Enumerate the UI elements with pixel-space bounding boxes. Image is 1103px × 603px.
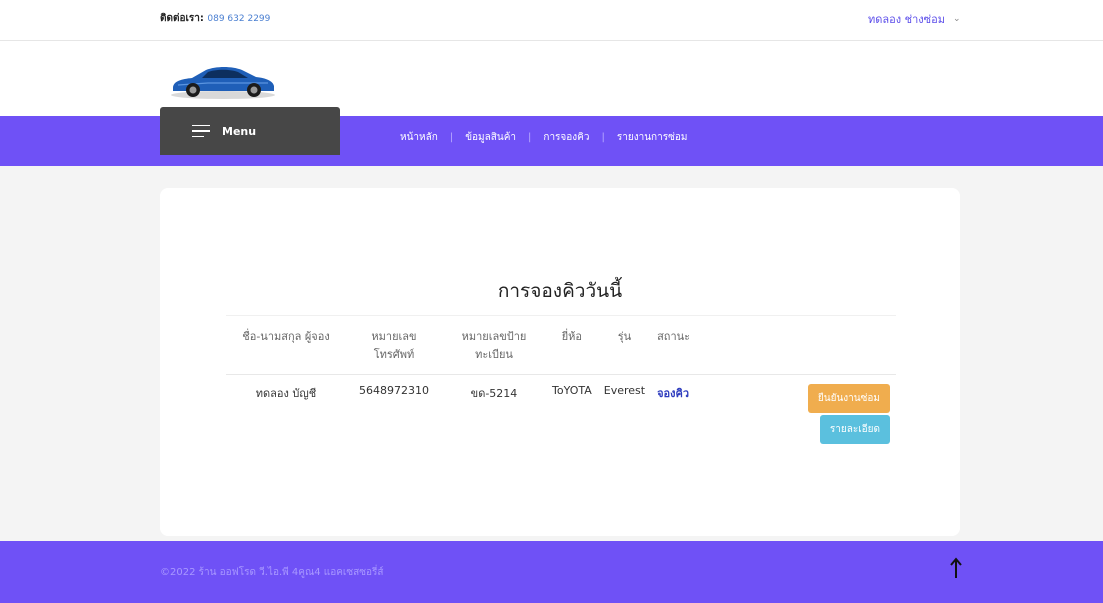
contact-phone[interactable]: 089 632 2299 <box>207 14 270 24</box>
status-link[interactable]: จองคิว <box>657 387 689 400</box>
nav-link-home[interactable]: หน้าหลัก <box>400 130 438 145</box>
cell-plate: ขด-5214 <box>470 387 518 400</box>
column-header-model: รุ่น <box>597 315 652 375</box>
cell-model: Everest <box>603 384 646 397</box>
user-menu[interactable]: ทดลอง ช่างซ่อม ⌄ <box>868 10 961 28</box>
contact-label: ติดต่อเรา: <box>160 13 204 24</box>
table-row: ทดลอง บัญชี 5648972310 ขด-5214 ToYOTA Ev… <box>226 375 896 454</box>
page-title: การจองคิววันนี้ <box>497 280 623 302</box>
nav-links: หน้าหลัก | ข้อมูลสินค้า | การจองคิว | รา… <box>400 130 687 145</box>
cell-name: ทดลอง บัญชี <box>255 387 317 400</box>
brand-area <box>0 41 1103 116</box>
chevron-down-icon: ⌄ <box>952 14 961 24</box>
hamburger-icon <box>192 124 210 138</box>
nav-link-repair-report[interactable]: รายงานการซ่อม <box>617 130 688 145</box>
details-button[interactable]: รายละเอียด <box>819 415 890 444</box>
cell-status: จองคิว <box>651 375 711 454</box>
top-bar: ติดต่อเรา: 089 632 2299 ทดลอง ช่างซ่อม ⌄ <box>0 0 1103 41</box>
contact-info: ติดต่อเรา: 089 632 2299 <box>160 11 270 26</box>
confirm-repair-button[interactable]: ยืนยันงานซ่อม <box>807 384 890 413</box>
cell-brand: ToYOTA <box>552 384 592 397</box>
booking-table: ชื่อ-นามสกุล ผู้จอง หมายเลขโทรศัพท์ หมาย… <box>226 315 896 453</box>
menu-label: Menu <box>222 124 257 138</box>
cell-actions: ยืนยันงานซ่อม รายละเอียด <box>711 375 896 454</box>
column-header-status: สถานะ <box>651 315 712 375</box>
nav-separator: | <box>449 132 454 143</box>
nav-link-booking[interactable]: การจองคิว <box>543 130 589 145</box>
cell-phone: 5648972310 <box>359 384 429 397</box>
car-logo-icon[interactable] <box>168 61 278 101</box>
arrow-up-icon[interactable] <box>948 557 964 579</box>
column-header-name: ชื่อ-นามสกุล ผู้จอง <box>226 315 346 375</box>
menu-button[interactable]: Menu <box>160 107 340 155</box>
copyright-text: ©2022 ร้าน ออฟโรด วี.ไอ.พี 4คูณ4 แอคเซสซ… <box>160 567 384 578</box>
user-name: ทดลอง ช่างซ่อม <box>868 13 945 26</box>
column-header-actions <box>711 315 896 375</box>
content-card: การจองคิววันนี้ ชื่อ-นามสกุล ผู้จอง หมาย… <box>160 188 960 536</box>
column-header-phone: หมายเลขโทรศัพท์ <box>346 315 442 375</box>
nav-separator: | <box>601 132 605 143</box>
column-header-brand: ยี่ห้อ <box>546 315 598 375</box>
column-header-plate: หมายเลขป้ายทะเบียน <box>442 315 546 375</box>
nav-separator: | <box>528 132 532 143</box>
table-header-row: ชื่อ-นามสกุล ผู้จอง หมายเลขโทรศัพท์ หมาย… <box>226 315 896 375</box>
nav-link-products[interactable]: ข้อมูลสินค้า <box>465 130 516 145</box>
footer: ©2022 ร้าน ออฟโรด วี.ไอ.พี 4คูณ4 แอคเซสซ… <box>0 541 1103 603</box>
